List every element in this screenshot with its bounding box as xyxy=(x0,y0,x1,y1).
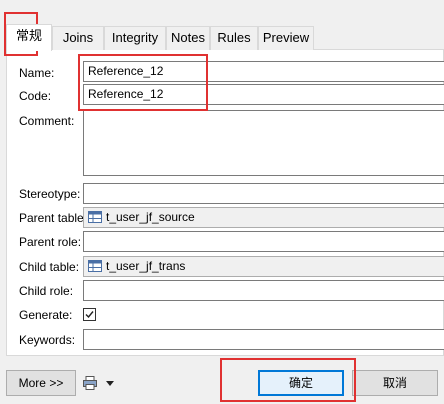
name-field[interactable]: Reference_12 xyxy=(83,61,444,82)
parent-role-field[interactable] xyxy=(83,231,444,252)
more-button-label: More >> xyxy=(18,376,64,390)
stereotype-field[interactable] xyxy=(83,183,444,204)
child-table-field[interactable]: t_user_jf_trans xyxy=(83,256,444,277)
comment-field[interactable] xyxy=(83,110,444,176)
comment-label: Comment: xyxy=(19,114,75,128)
general-panel: Name: Reference_12 Code: Reference_12 Co… xyxy=(6,50,444,356)
checkmark-icon xyxy=(85,311,94,319)
child-table-label: Child table: xyxy=(19,260,80,274)
ok-button-label: 确定 xyxy=(288,376,313,390)
parent-role-label: Parent role: xyxy=(19,235,82,249)
tab-integrity-label: Integrity xyxy=(111,30,159,45)
tab-integrity[interactable]: Integrity xyxy=(104,26,166,50)
parent-table-field[interactable]: t_user_jf_source xyxy=(83,207,444,228)
tab-bar: 常规 Joins Integrity Notes Rules Preview xyxy=(6,24,444,51)
tab-general[interactable]: 常规 xyxy=(6,24,52,51)
keywords-field[interactable] xyxy=(83,329,444,350)
code-field[interactable]: Reference_12 xyxy=(83,84,444,105)
print-dropdown[interactable] xyxy=(82,375,118,393)
parent-table-label: Parent table: xyxy=(19,211,88,225)
stereotype-label: Stereotype: xyxy=(19,187,81,201)
keywords-label: Keywords: xyxy=(19,333,76,347)
tab-notes-label: Notes xyxy=(171,30,205,45)
child-table-value: t_user_jf_trans xyxy=(106,259,186,273)
cancel-button-label: 取消 xyxy=(382,376,407,390)
dropdown-arrow-icon xyxy=(106,381,114,386)
tab-notes[interactable]: Notes xyxy=(166,26,210,50)
tab-preview-label: Preview xyxy=(262,30,310,45)
tab-preview[interactable]: Preview xyxy=(258,26,314,50)
cancel-button[interactable]: 取消 xyxy=(352,370,438,396)
more-button[interactable]: More >> xyxy=(6,370,76,396)
table-icon xyxy=(88,260,102,272)
child-role-field[interactable] xyxy=(83,280,444,301)
parent-table-value: t_user_jf_source xyxy=(106,210,195,224)
ok-button[interactable]: 确定 xyxy=(258,370,344,396)
tab-general-label: 常规 xyxy=(15,28,42,43)
tab-rules-label: Rules xyxy=(217,30,251,45)
code-label: Code: xyxy=(19,89,52,103)
table-icon xyxy=(88,211,102,223)
name-label: Name: xyxy=(19,66,55,80)
tab-joins[interactable]: Joins xyxy=(52,26,104,50)
tab-joins-label: Joins xyxy=(62,30,94,45)
child-role-label: Child role: xyxy=(19,284,74,298)
generate-label: Generate: xyxy=(19,308,73,322)
tab-rules[interactable]: Rules xyxy=(210,26,258,50)
print-icon xyxy=(83,376,97,390)
generate-checkbox[interactable] xyxy=(83,308,96,321)
